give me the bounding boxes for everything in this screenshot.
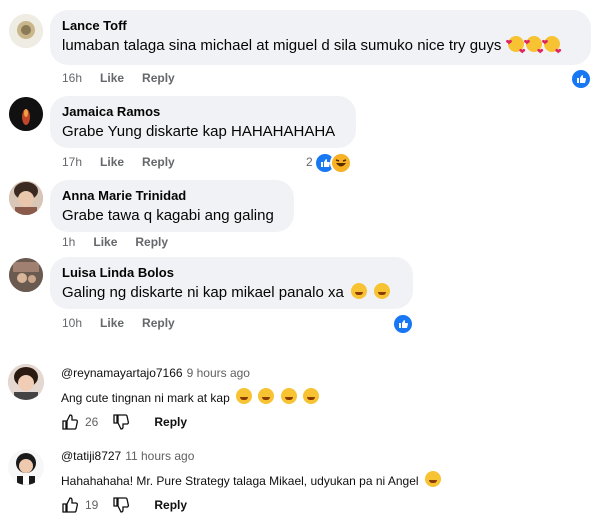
avatar-image xyxy=(9,97,43,131)
comment-bubble: Anna Marie Trinidad Grabe tawa q kagabi … xyxy=(50,180,294,232)
comment-text: Grabe Yung diskarte kap HAHAHAHAHA xyxy=(62,123,336,140)
like-count: 26 xyxy=(85,415,99,429)
comment-text: Ang cute tingnan ni mark at kap xyxy=(61,388,320,405)
laughing-emoji xyxy=(351,283,368,299)
comment-author[interactable]: Jamaica Ramos xyxy=(62,104,344,120)
avatar[interactable] xyxy=(8,364,44,400)
comment-time[interactable]: 17h xyxy=(62,155,82,169)
reply-button[interactable]: Reply xyxy=(142,71,175,85)
like-reaction-icon[interactable] xyxy=(570,68,592,90)
reaction-count[interactable]: 2 xyxy=(306,155,313,169)
comment-author[interactable]: Anna Marie Trinidad xyxy=(62,188,282,204)
comment-time[interactable]: 11 hours ago xyxy=(125,449,194,463)
comment-time[interactable]: 9 hours ago xyxy=(187,366,250,380)
comment-time[interactable]: 16h xyxy=(62,71,82,85)
like-reaction-icon[interactable] xyxy=(392,313,414,335)
comment-handle: @tatiji8727 11 hours ago xyxy=(61,449,194,463)
avatar-image xyxy=(8,449,44,485)
comment-text-body: lumaban talaga sina michael at miguel d … xyxy=(62,37,502,54)
avatar[interactable] xyxy=(9,97,43,131)
avatar-image xyxy=(8,364,44,400)
comment-bubble: Lance Toff lumaban talaga sina michael a… xyxy=(50,10,591,65)
comment-text: Hahahahaha! Mr. Pure Strategy talaga Mik… xyxy=(61,471,441,488)
reply-button[interactable]: Reply xyxy=(154,498,187,512)
comment-actions: 17h Like Reply xyxy=(62,155,175,169)
laughing-emoji xyxy=(236,388,253,404)
comment-text-body: Hahahahaha! Mr. Pure Strategy talaga Mik… xyxy=(61,474,419,488)
comment-bubble: Jamaica Ramos Grabe Yung diskarte kap HA… xyxy=(50,96,356,148)
comment-actions: 1h Like Reply xyxy=(62,235,168,249)
comment-text: lumaban talaga sina michael at miguel d … xyxy=(62,33,579,62)
comment-actions: 16h Like Reply xyxy=(62,71,175,85)
avatar[interactable] xyxy=(9,258,43,292)
like-button[interactable]: Like xyxy=(100,155,124,169)
comment-text-body: Galing ng diskarte ni kap mikael panalo … xyxy=(62,284,344,301)
comment-actions: 26 Reply xyxy=(61,413,187,431)
thumbs-down-icon[interactable] xyxy=(112,496,130,514)
avatar-image xyxy=(9,14,43,48)
like-button[interactable]: Like xyxy=(93,235,117,249)
avatar[interactable] xyxy=(9,14,43,48)
laughing-emoji xyxy=(374,283,391,299)
thumbs-down-icon[interactable] xyxy=(112,413,130,431)
reply-button[interactable]: Reply xyxy=(142,155,175,169)
reply-button[interactable]: Reply xyxy=(154,415,187,429)
thumbs-up-icon[interactable] xyxy=(61,413,79,431)
avatar-image xyxy=(9,258,43,292)
like-button[interactable]: Like xyxy=(100,316,124,330)
avatar-image xyxy=(9,181,43,215)
like-button[interactable]: Like xyxy=(100,71,124,85)
thumbs-up-icon[interactable] xyxy=(61,496,79,514)
avatar[interactable] xyxy=(8,449,44,485)
laughing-emoji xyxy=(424,471,441,487)
comment-text: Grabe tawa q kagabi ang galing xyxy=(62,207,274,224)
comment-time[interactable]: 1h xyxy=(62,235,75,249)
comment-text: Galing ng diskarte ni kap mikael panalo … xyxy=(62,283,401,303)
reply-button[interactable]: Reply xyxy=(142,316,175,330)
comment-actions: 10h Like Reply xyxy=(62,316,175,330)
comment-text-body: Ang cute tingnan ni mark at kap xyxy=(61,391,230,405)
comment-bubble: Luisa Linda Bolos Galing ng diskarte ni … xyxy=(50,257,413,309)
comment-author[interactable]: @tatiji8727 xyxy=(61,449,121,463)
comment-actions: 19 Reply xyxy=(61,496,187,514)
avatar[interactable] xyxy=(9,181,43,215)
heart-eyes-emoji xyxy=(542,33,562,62)
comment-time[interactable]: 10h xyxy=(62,316,82,330)
comment-handle: @reynamayartajo7166 9 hours ago xyxy=(61,366,250,380)
comment-author[interactable]: Lance Toff xyxy=(62,18,579,34)
reply-button[interactable]: Reply xyxy=(135,235,168,249)
haha-reaction-icon[interactable] xyxy=(330,152,352,174)
heart-eyes-emoji xyxy=(506,33,526,62)
laughing-emoji xyxy=(258,388,275,404)
heart-eyes-emoji xyxy=(524,33,544,62)
laughing-emoji xyxy=(280,388,297,404)
like-count: 19 xyxy=(85,498,99,512)
rofl-emoji xyxy=(303,388,320,404)
comment-author[interactable]: Luisa Linda Bolos xyxy=(62,265,401,281)
comment-author[interactable]: @reynamayartajo7166 xyxy=(61,366,183,380)
